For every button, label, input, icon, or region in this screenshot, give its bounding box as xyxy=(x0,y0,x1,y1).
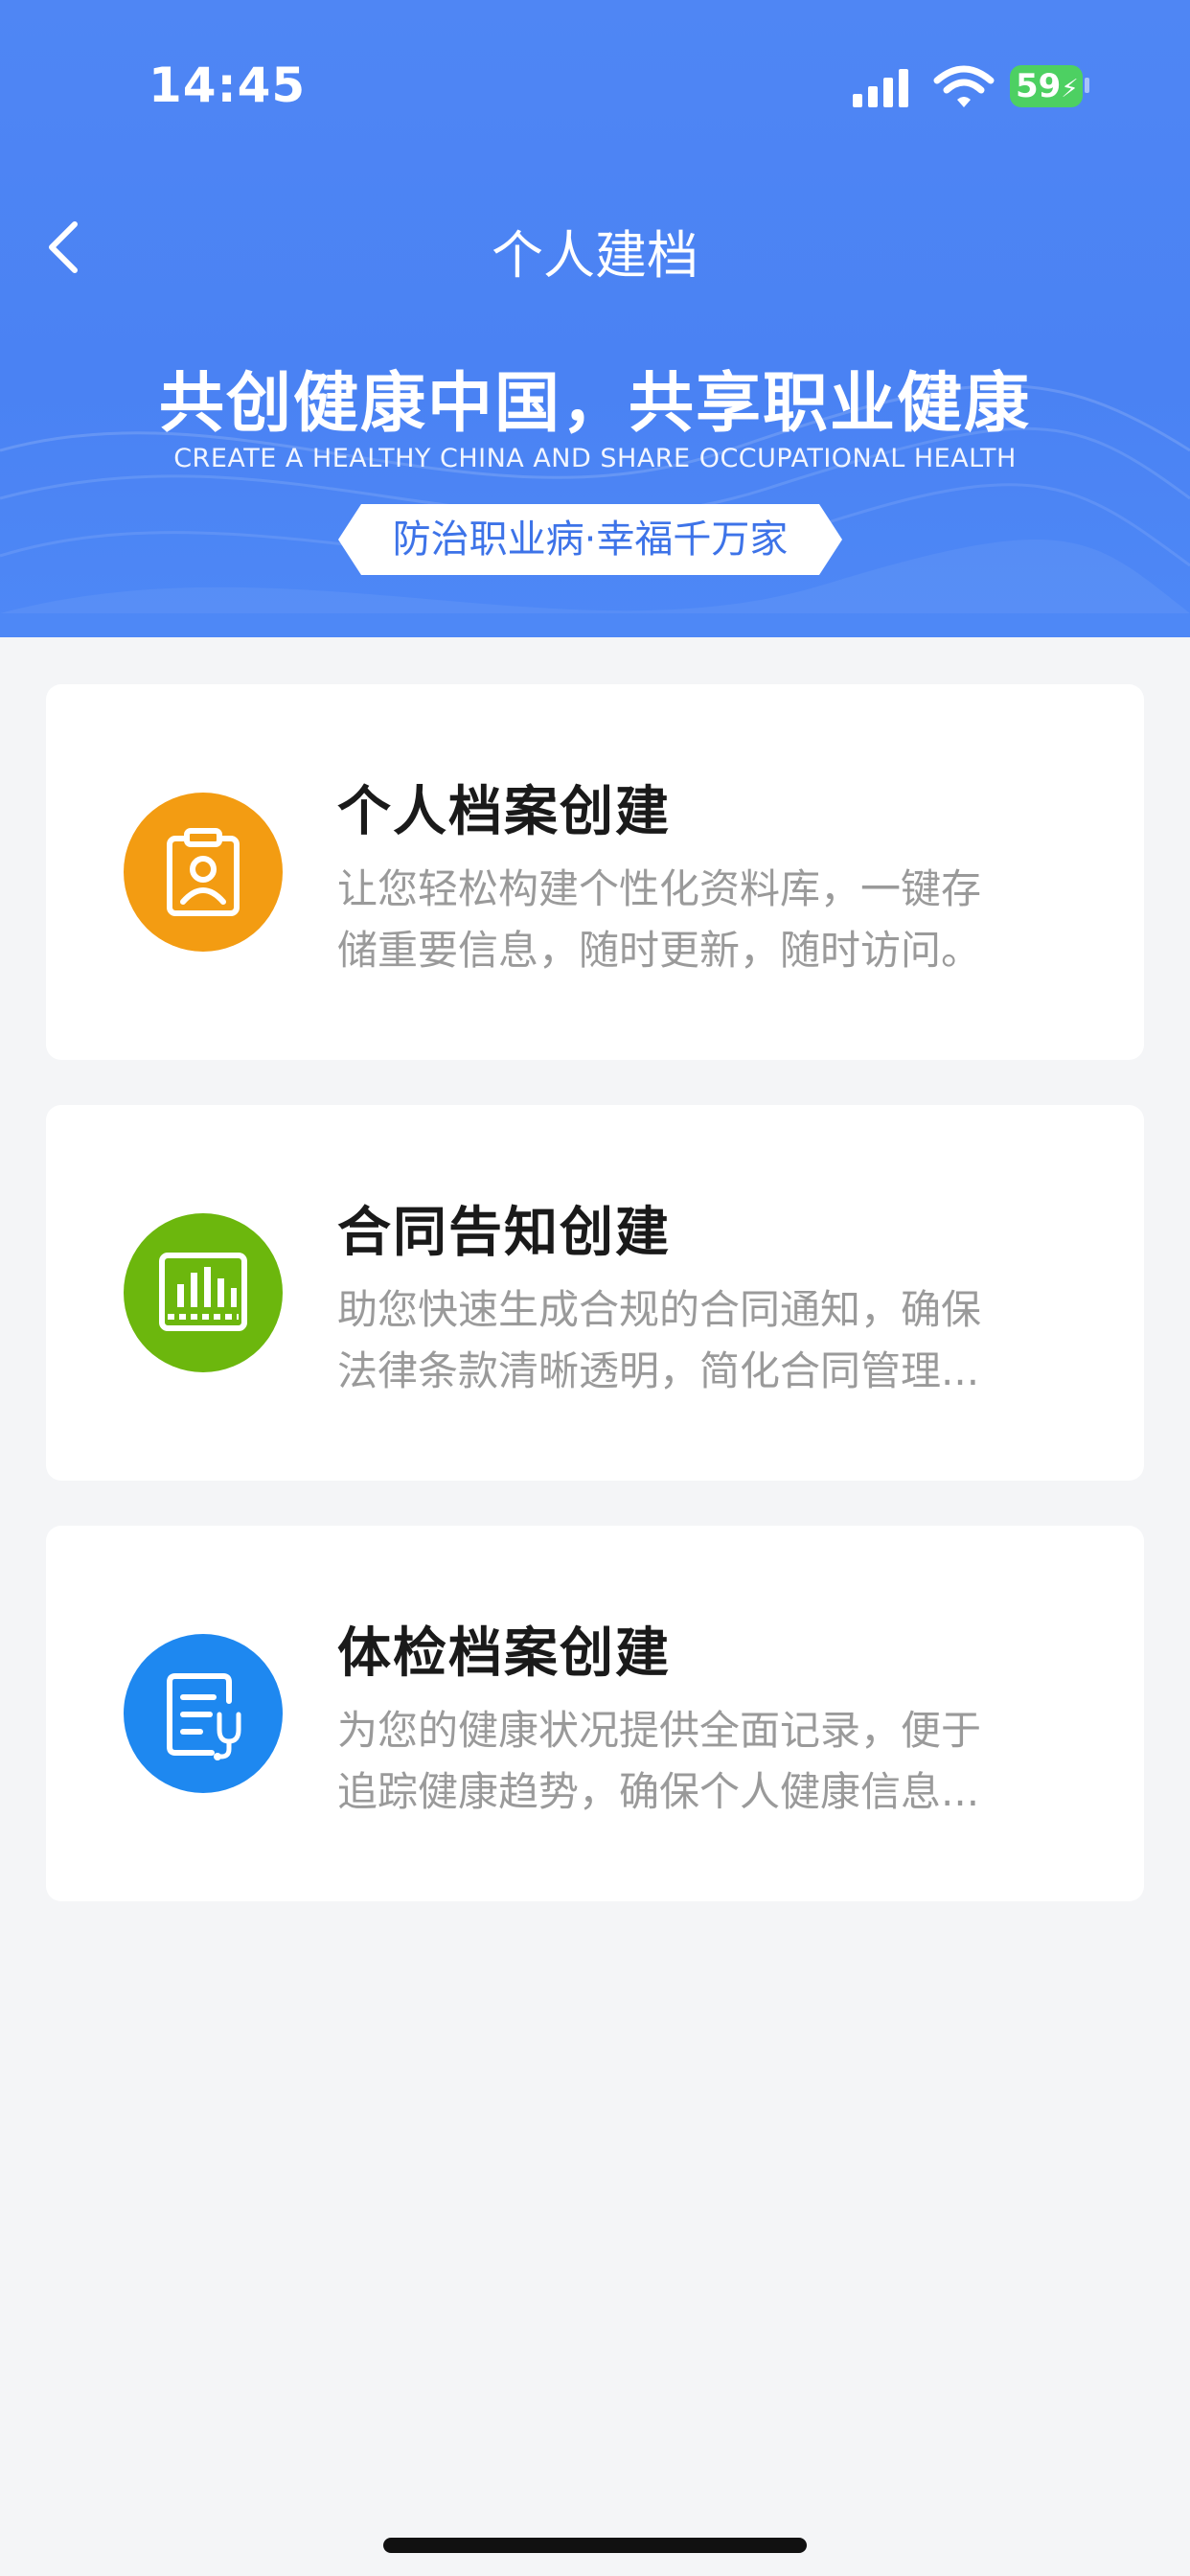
card-description: 为您的健康状况提供全面记录，便于 追踪健康趋势，确保个人健康信息... xyxy=(337,1700,1065,1823)
battery-tip xyxy=(1085,78,1089,93)
home-indicator[interactable] xyxy=(383,2538,807,2553)
card-title: 个人档案创建 xyxy=(337,781,671,843)
battery-charging-icon: 59⚡ xyxy=(1010,65,1083,107)
card-desc-line: 让您轻松构建个性化资料库，一键存 xyxy=(337,865,982,912)
card-title: 合同告知创建 xyxy=(337,1202,671,1264)
status-time: 14:45 xyxy=(149,58,307,113)
profile-badge-icon xyxy=(167,828,240,916)
card-desc-line: 储重要信息，随时更新，随时访问。 xyxy=(337,927,982,974)
page-title: 个人建档 xyxy=(492,225,698,286)
header-banner: 14:45 59⚡ 个人建档 共创健康中国，共享职业健康 CREATE A HE… xyxy=(0,0,1190,637)
personal-profile-icon xyxy=(124,793,283,952)
card-personal-profile[interactable]: 个人档案创建 让您轻松构建个性化资料库，一键存 储重要信息，随时更新，随时访问。 xyxy=(46,684,1144,1060)
status-icons: 59⚡ xyxy=(849,63,1089,113)
card-desc-line: 法律条款清晰透明，简化合同管理... xyxy=(337,1347,980,1394)
wifi-icon xyxy=(933,65,995,107)
card-description: 让您轻松构建个性化资料库，一键存 储重要信息，随时更新，随时访问。 xyxy=(337,859,1065,981)
banner-tag-text: 防治职业病·幸福千万家 xyxy=(392,518,789,562)
banner-tag: 防治职业病·幸福千万家 xyxy=(338,504,842,575)
card-contract-notice[interactable]: 合同告知创建 助您快速生成合规的合同通知，确保 法律条款清晰透明，简化合同管理.… xyxy=(46,1105,1144,1481)
signal-icon xyxy=(853,69,908,107)
banner-slogan-en: CREATE A HEALTHY CHINA AND SHARE OCCUPAT… xyxy=(173,444,1017,473)
banner-slogan: 共创健康中国，共享职业健康 xyxy=(158,366,1031,442)
card-title: 体检档案创建 xyxy=(337,1622,671,1685)
card-description: 助您快速生成合规的合同通知，确保 法律条款清晰透明，简化合同管理... xyxy=(337,1279,1065,1402)
card-desc-line: 为您的健康状况提供全面记录，便于 xyxy=(337,1707,982,1754)
medical-record-icon xyxy=(124,1634,283,1793)
bar-chart-board-icon xyxy=(159,1253,247,1331)
card-desc-line: 追踪健康趋势，确保个人健康信息... xyxy=(337,1768,980,1815)
card-medical-exam[interactable]: 体检档案创建 为您的健康状况提供全面记录，便于 追踪健康趋势，确保个人健康信息.… xyxy=(46,1526,1144,1901)
card-desc-line: 助您快速生成合规的合同通知，确保 xyxy=(337,1286,982,1333)
document-stethoscope-icon xyxy=(167,1673,241,1760)
battery-level: 59 xyxy=(1016,67,1062,105)
contract-chart-icon xyxy=(124,1213,283,1372)
